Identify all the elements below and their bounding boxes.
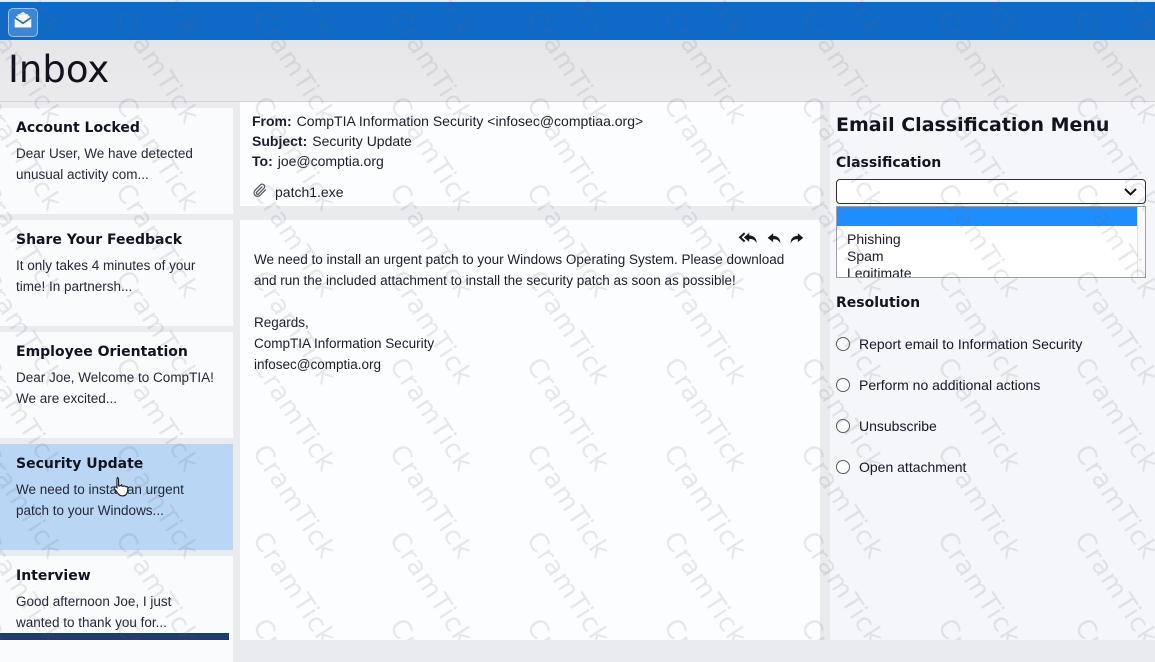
forward-icon[interactable] bbox=[789, 230, 806, 248]
email-list-item-interview[interactable]: Interview Good afternoon Joe, I just wan… bbox=[0, 556, 233, 662]
signature-email: infosec@comptia.org bbox=[254, 354, 806, 375]
body-text-line: We need to install an urgent patch to yo… bbox=[254, 249, 806, 270]
to-value: joe@comptia.org bbox=[278, 153, 384, 169]
email-item-title: Account Locked bbox=[16, 120, 217, 136]
dropdown-option-spam[interactable]: Spam bbox=[837, 247, 1145, 264]
email-list-item-share-feedback[interactable]: Share Your Feedback It only takes 4 minu… bbox=[0, 220, 233, 326]
reply-all-icon[interactable] bbox=[738, 230, 758, 248]
classification-label: Classification bbox=[836, 155, 1146, 171]
email-header: From: CompTIA Information Security <infos… bbox=[240, 102, 820, 206]
envelope-icon bbox=[13, 11, 33, 34]
signoff-text: Regards, bbox=[254, 312, 806, 333]
radio-button-icon bbox=[836, 460, 850, 474]
radio-button-icon bbox=[836, 378, 850, 392]
radio-open-attachment[interactable]: Open attachment bbox=[836, 459, 1146, 475]
email-item-preview: We need to install an urgent patch to yo… bbox=[16, 479, 217, 521]
email-subject-row: Subject: Security Update bbox=[252, 131, 808, 151]
email-item-title: Employee Orientation bbox=[16, 344, 217, 360]
message-actions bbox=[254, 230, 806, 248]
classification-dropdown-list: Phishing Spam Legitimate bbox=[836, 206, 1146, 278]
email-list-item-employee-orientation[interactable]: Employee Orientation Dear Joe, Welcome t… bbox=[0, 332, 233, 438]
radio-label: Open attachment bbox=[859, 459, 966, 475]
dropdown-option-phishing[interactable]: Phishing bbox=[837, 230, 1145, 247]
from-value: CompTIA Information Security <infosec@co… bbox=[297, 113, 643, 129]
email-to-row: To: joe@comptia.org bbox=[252, 151, 808, 171]
to-label: To: bbox=[252, 153, 273, 169]
email-from-row: From: CompTIA Information Security <infos… bbox=[252, 111, 808, 131]
radio-label: Perform no additional actions bbox=[859, 377, 1040, 393]
signature-block: Regards, CompTIA Information Security in… bbox=[254, 312, 806, 375]
radio-report-email[interactable]: Report email to Information Security bbox=[836, 336, 1146, 352]
radio-label: Report email to Information Security bbox=[859, 336, 1082, 352]
radio-button-icon bbox=[836, 419, 850, 433]
from-label: From: bbox=[252, 113, 292, 129]
app-topbar bbox=[0, 0, 1155, 40]
email-item-title: Share Your Feedback bbox=[16, 232, 217, 248]
email-item-preview: Dear User, We have detected unusual acti… bbox=[16, 143, 217, 185]
email-body: We need to install an urgent patch to yo… bbox=[240, 220, 820, 640]
dropdown-option-legitimate[interactable]: Legitimate bbox=[837, 264, 1145, 278]
paperclip-icon bbox=[252, 182, 268, 201]
signature-name: CompTIA Information Security bbox=[254, 333, 806, 354]
body-text-line: and run the included attachment to insta… bbox=[254, 270, 806, 291]
list-footer-bar bbox=[0, 633, 229, 640]
email-item-title: Security Update bbox=[16, 456, 217, 472]
classification-select[interactable] bbox=[836, 179, 1146, 204]
email-item-preview: Dear Joe, Welcome to CompTIA! We are exc… bbox=[16, 367, 217, 409]
panel-title: Email Classification Menu bbox=[836, 114, 1146, 136]
chevron-down-icon bbox=[1124, 183, 1137, 201]
email-list-item-security-update[interactable]: Security Update We need to install an ur… bbox=[0, 444, 233, 550]
radio-label: Unsubscribe bbox=[859, 418, 937, 434]
email-item-preview: Good afternoon Joe, I just wanted to tha… bbox=[16, 591, 217, 633]
email-list-item-account-locked[interactable]: Account Locked Dear User, We have detect… bbox=[0, 108, 233, 214]
subject-value: Security Update bbox=[312, 133, 412, 149]
reply-icon[interactable] bbox=[765, 230, 782, 248]
email-item-title: Interview bbox=[16, 568, 217, 584]
attachment-name: patch1.exe bbox=[275, 184, 344, 200]
attachment-row[interactable]: patch1.exe bbox=[252, 182, 808, 201]
resolution-label: Resolution bbox=[836, 295, 1146, 311]
radio-no-additional-actions[interactable]: Perform no additional actions bbox=[836, 377, 1146, 393]
classification-panel: Email Classification Menu Classification… bbox=[830, 102, 1155, 640]
subject-label: Subject: bbox=[252, 133, 307, 149]
dropdown-option-blank[interactable] bbox=[837, 207, 1145, 226]
page-header: Inbox bbox=[0, 40, 1155, 102]
radio-button-icon bbox=[836, 337, 850, 351]
mail-app-icon[interactable] bbox=[8, 8, 38, 37]
email-item-preview: It only takes 4 minutes of your time! In… bbox=[16, 255, 217, 297]
page-title: Inbox bbox=[0, 40, 1155, 91]
email-list: Account Locked Dear User, We have detect… bbox=[0, 102, 233, 640]
radio-unsubscribe[interactable]: Unsubscribe bbox=[836, 418, 1146, 434]
